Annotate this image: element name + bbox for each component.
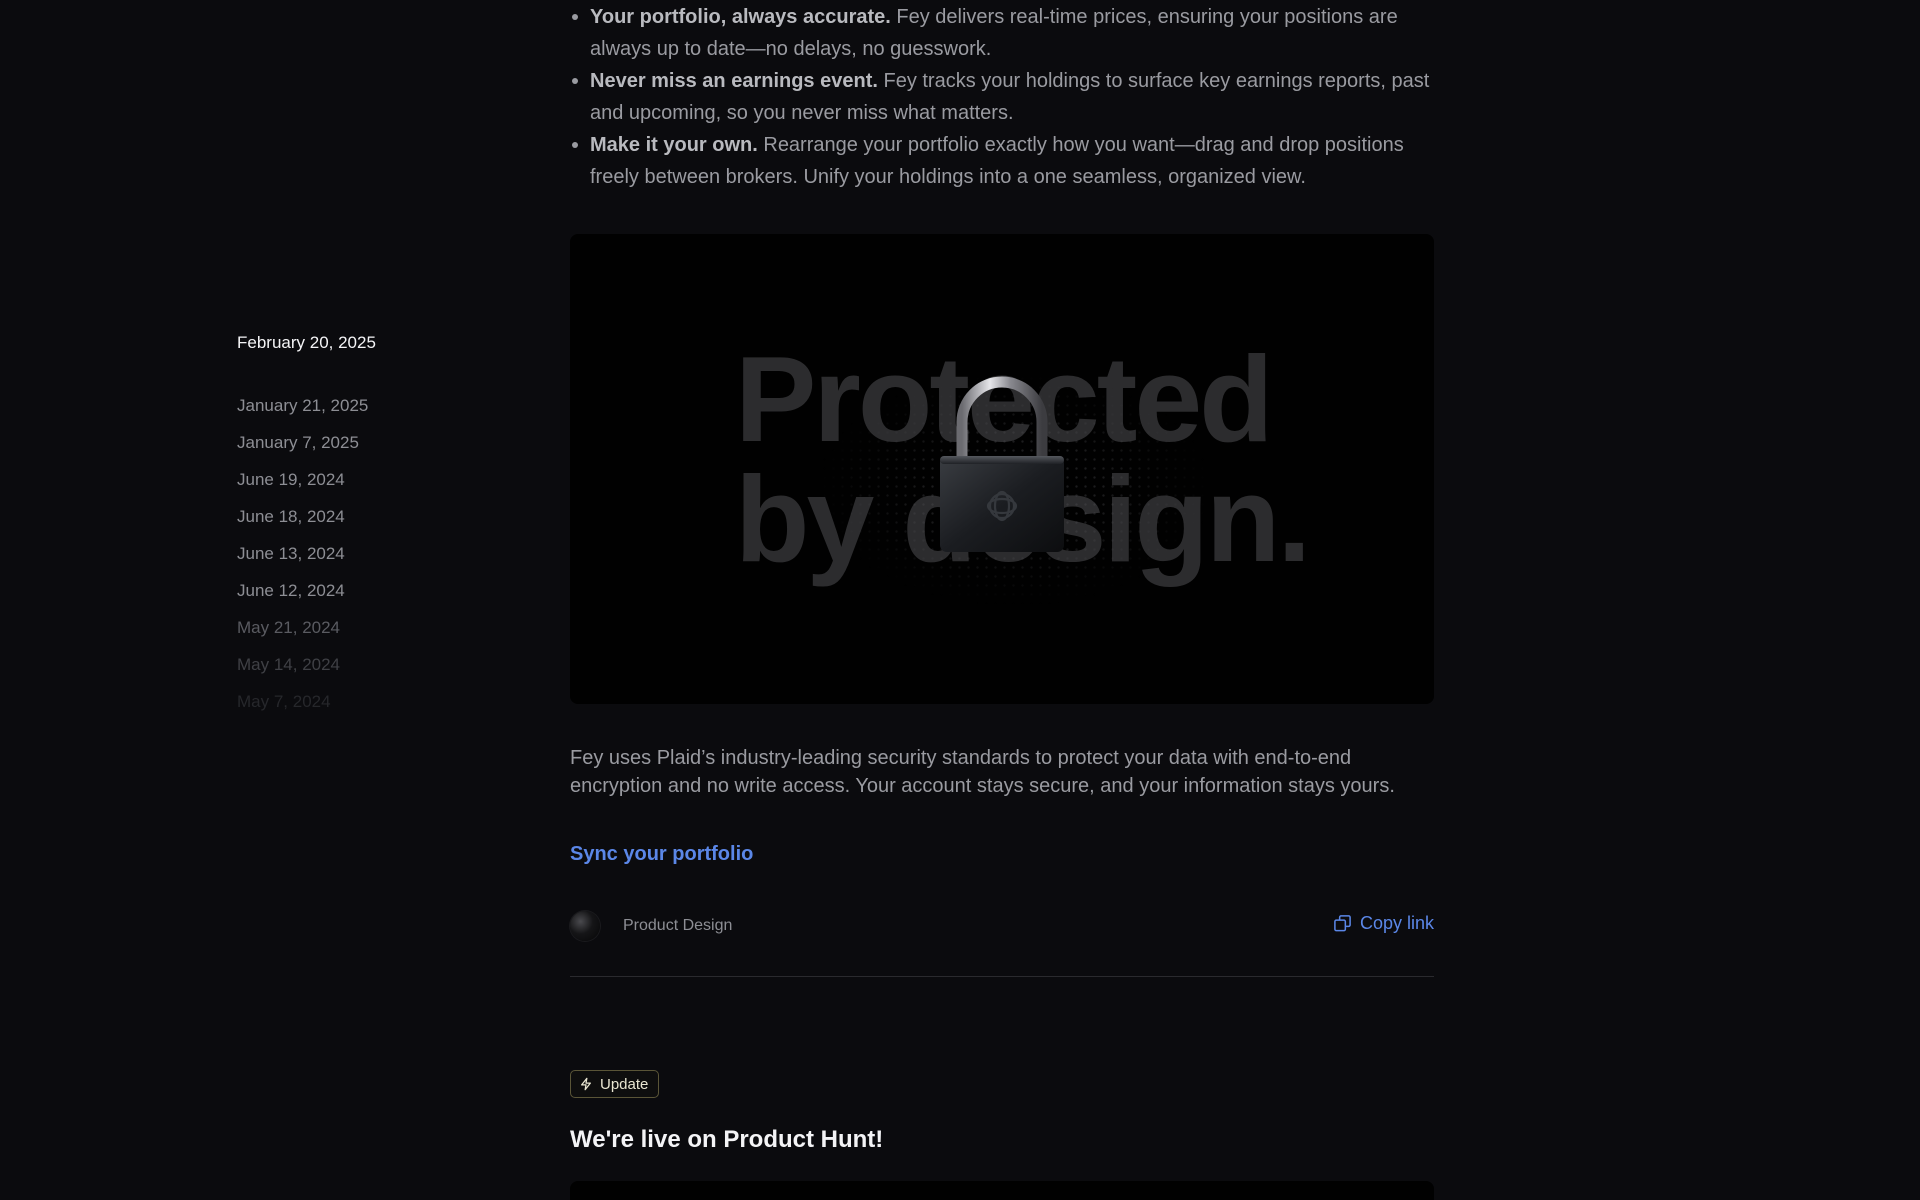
feature-item-title: Never miss an earnings event.	[590, 70, 878, 92]
post-category: Product Design	[623, 917, 733, 934]
badge-label: Update	[600, 1075, 649, 1093]
timeline-date[interactable]: January 21, 2025	[237, 396, 497, 416]
feature-item-title: Your portfolio, always accurate.	[590, 6, 891, 28]
timeline-date[interactable]: June 19, 2024	[237, 470, 497, 490]
sync-portfolio-link[interactable]: Sync your portfolio	[570, 843, 753, 866]
hero-image: Protected by design.	[570, 234, 1434, 704]
author-avatar	[570, 911, 600, 941]
timeline-date[interactable]: June 12, 2024	[237, 581, 497, 601]
next-post-image	[570, 1181, 1434, 1200]
post-meta: Product Design Copy link	[570, 908, 1434, 942]
feature-item-title: Make it your own.	[590, 134, 758, 156]
lock-icon	[940, 376, 1064, 552]
update-badge: Update	[570, 1070, 660, 1098]
copy-link-button[interactable]: Copy link	[1333, 913, 1434, 934]
timeline-date[interactable]: May 7, 2024	[237, 692, 497, 712]
date-timeline: February 20, 2025 January 21, 2025 Janua…	[237, 333, 497, 729]
timeline-date[interactable]: May 14, 2024	[237, 655, 497, 675]
next-post-title[interactable]: We're live on Product Hunt!	[570, 1126, 883, 1154]
feature-item: Make it your own. Rearrange your portfol…	[570, 129, 1434, 193]
feature-item: Never miss an earnings event. Fey tracks…	[570, 65, 1434, 129]
timeline-date[interactable]: January 7, 2025	[237, 433, 497, 453]
copy-link-label: Copy link	[1359, 913, 1434, 933]
changelog-page: February 20, 2025 January 21, 2025 Janua…	[0, 0, 1920, 1200]
post-paragraph: Fey uses Plaid’s industry-leading securi…	[570, 747, 1395, 797]
post-divider	[570, 976, 1434, 977]
lightning-icon	[581, 1077, 591, 1091]
feature-item: Your portfolio, always accurate. Fey del…	[570, 1, 1434, 65]
timeline-date-active[interactable]: February 20, 2025	[237, 333, 497, 353]
timeline-date[interactable]: June 13, 2024	[237, 544, 497, 564]
feature-list: Your portfolio, always accurate. Fey del…	[570, 1, 1434, 193]
timeline-date[interactable]: May 21, 2024	[237, 618, 497, 638]
copy-icon	[1334, 915, 1351, 932]
timeline-date[interactable]: June 18, 2024	[237, 507, 497, 527]
